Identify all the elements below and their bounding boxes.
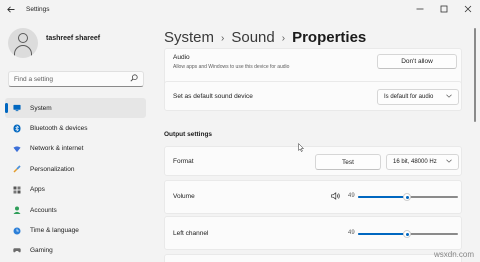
bluetooth-icon <box>13 124 21 133</box>
sidebar-item-label: Bluetooth & devices <box>30 125 88 133</box>
chevron-down-icon <box>446 94 452 100</box>
close-icon[interactable] <box>456 0 480 18</box>
breadcrumb-separator: › <box>221 33 225 44</box>
sidebar-item-network[interactable]: Network & internet <box>5 139 146 159</box>
right-channel-card <box>164 254 462 262</box>
breadcrumb: System › Sound › Properties <box>164 29 366 46</box>
default-device-dropdown[interactable]: Is default for audio <box>377 89 459 105</box>
system-icon <box>13 104 21 112</box>
search-placeholder: Find a setting <box>14 75 54 83</box>
maximize-icon[interactable] <box>432 0 456 18</box>
left-channel-slider[interactable] <box>358 230 458 238</box>
slider-fill <box>358 196 407 198</box>
watermark: wsxdn.com <box>433 250 474 259</box>
sidebar-item-personalization[interactable]: Personalization <box>5 159 146 179</box>
volume-slider[interactable] <box>358 193 458 201</box>
avatar <box>8 28 38 58</box>
gaming-icon <box>13 247 21 255</box>
sidebar-nav: System Bluetooth & devices Network & int… <box>5 98 146 261</box>
title-bar: Settings <box>0 0 480 18</box>
window-controls <box>408 0 480 18</box>
breadcrumb-sound[interactable]: Sound <box>231 29 274 46</box>
left-channel-title: Left channel <box>173 230 209 237</box>
sidebar-item-label: Apps <box>30 186 45 194</box>
breadcrumb-system[interactable]: System <box>164 29 214 46</box>
minimize-icon[interactable] <box>408 0 432 18</box>
chevron-down-icon <box>446 159 452 165</box>
main-content: System › Sound › Properties Audio Allow … <box>152 18 480 262</box>
user-profile[interactable]: tashreef shareef <box>8 28 100 58</box>
breadcrumb-separator: › <box>281 33 286 44</box>
format-card: Format Test 16 bit, 48000 Hz <box>164 146 462 176</box>
scrollbar[interactable] <box>474 28 476 122</box>
sidebar: tashreef shareef Find a setting System B… <box>0 18 152 262</box>
network-icon <box>13 145 21 153</box>
test-button[interactable]: Test <box>315 154 381 170</box>
search-input[interactable]: Find a setting <box>8 71 144 87</box>
format-title: Format <box>173 158 194 165</box>
sidebar-item-label: Accounts <box>30 206 57 214</box>
slider-fill <box>358 233 407 235</box>
default-device-value: Is default for audio <box>384 94 434 100</box>
sidebar-item-time-language[interactable]: Time & language <box>5 220 146 240</box>
audio-title: Audio <box>173 54 190 61</box>
sidebar-item-label: Network & internet <box>30 145 84 153</box>
default-device-card: Set as default sound device Is default f… <box>164 81 462 111</box>
sidebar-item-label: Gaming <box>30 247 53 255</box>
left-channel-value: 49 <box>348 230 355 236</box>
search-icon <box>130 74 138 84</box>
sidebar-item-label: Personalization <box>30 165 75 173</box>
speaker-icon[interactable] <box>331 192 341 202</box>
back-arrow-icon[interactable] <box>0 0 22 18</box>
default-device-title: Set as default sound device <box>173 93 253 100</box>
page-title: Properties <box>292 29 367 46</box>
sidebar-item-bluetooth[interactable]: Bluetooth & devices <box>5 118 146 138</box>
accounts-icon <box>13 206 21 215</box>
left-channel-card: Left channel 49 <box>164 216 462 250</box>
audio-description: Allow apps and Windows to use this devic… <box>173 64 290 70</box>
format-value: 16 bit, 48000 Hz <box>393 159 437 165</box>
sidebar-item-label: Time & language <box>30 227 79 235</box>
sidebar-item-accounts[interactable]: Accounts <box>5 200 146 220</box>
sidebar-item-label: System <box>30 104 52 112</box>
volume-title: Volume <box>173 193 195 200</box>
sidebar-item-system[interactable]: System <box>5 98 146 119</box>
slider-thumb[interactable] <box>403 193 411 201</box>
format-dropdown[interactable]: 16 bit, 48000 Hz <box>386 154 459 170</box>
time-language-icon <box>13 227 21 235</box>
profile-name: tashreef shareef <box>46 34 101 42</box>
app-title: Settings <box>26 5 50 13</box>
volume-value: 49 <box>348 193 355 199</box>
volume-card: Volume 49 <box>164 180 462 214</box>
mouse-cursor-icon <box>298 139 305 157</box>
dont-allow-button[interactable]: Don't allow <box>377 54 457 69</box>
sidebar-item-apps[interactable]: Apps <box>5 180 146 200</box>
slider-thumb[interactable] <box>403 230 411 238</box>
sidebar-item-gaming[interactable]: Gaming <box>5 241 146 261</box>
personalization-icon <box>13 165 21 173</box>
output-settings-heading: Output settings <box>164 131 213 138</box>
apps-icon <box>13 186 21 194</box>
